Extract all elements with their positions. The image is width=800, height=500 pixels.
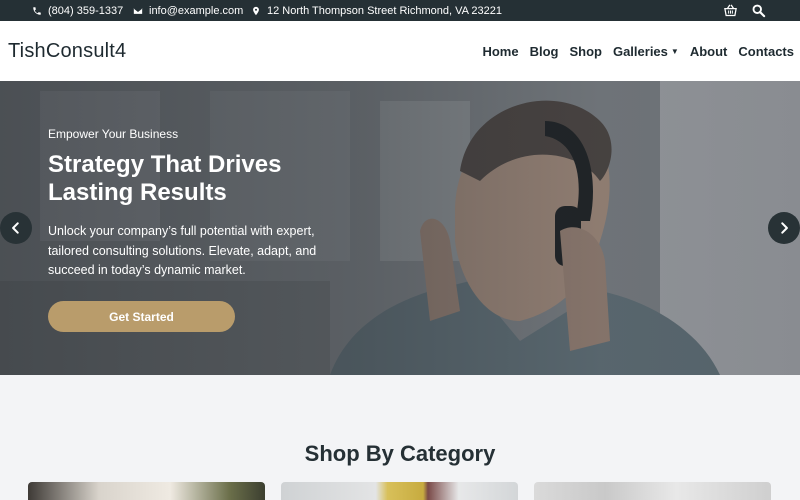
search-icon[interactable] — [751, 3, 766, 18]
category-card[interactable] — [28, 482, 265, 500]
section-title: Shop By Category — [304, 441, 496, 466]
slider-prev-button[interactable] — [0, 212, 32, 244]
phone-text: (804) 359-1337 — [48, 4, 124, 17]
address-contact: 12 North Thompson Street Richmond, VA 23… — [251, 0, 502, 21]
nav-galleries[interactable]: Galleries ▼ — [613, 44, 679, 59]
phone-icon — [33, 6, 41, 15]
nav-shop[interactable]: Shop — [569, 44, 602, 59]
address-text: 12 North Thompson Street Richmond, VA 23… — [267, 4, 503, 17]
main-nav: Home Blog Shop Galleries ▼ About Contacts — [482, 44, 794, 59]
phone-contact[interactable]: (804) 359-1337 — [32, 0, 123, 21]
category-card[interactable] — [281, 482, 518, 500]
chevron-right-icon — [781, 222, 788, 234]
nav-blog[interactable]: Blog — [530, 44, 559, 59]
email-text: info@example.com — [149, 4, 244, 17]
mail-icon — [133, 7, 143, 14]
nav-galleries-label: Galleries — [612, 44, 668, 59]
site-logo[interactable]: TishConsult4 — [8, 40, 126, 63]
shop-by-category-section: Shop By Category — [0, 375, 800, 500]
nav-contacts[interactable]: Contacts — [738, 44, 794, 59]
chevron-down-icon: ▼ — [670, 47, 679, 56]
cart-icon[interactable] — [723, 3, 738, 18]
hero-description: Unlock your company’s full potential wit… — [48, 224, 317, 277]
nav-about[interactable]: About — [690, 44, 728, 59]
hero-eyebrow: Empower Your Business — [48, 127, 179, 141]
hero-title: Strategy That Drives Lasting Results — [48, 151, 282, 206]
site-header: TishConsult4 Home Blog Shop Galleries ▼ A… — [0, 21, 800, 81]
hero-slider: Empower Your Business Strategy That Driv… — [0, 81, 800, 375]
nav-home[interactable]: Home — [482, 44, 518, 59]
category-card[interactable] — [534, 482, 771, 500]
location-pin-icon — [253, 6, 259, 15]
slider-next-button[interactable] — [768, 212, 800, 244]
email-contact[interactable]: info@example.com — [133, 0, 243, 21]
top-info-bar: (804) 359-1337 info@example.com 12 North… — [0, 0, 800, 21]
chevron-left-icon — [12, 222, 19, 234]
get-started-button[interactable]: Get Started — [48, 301, 235, 332]
